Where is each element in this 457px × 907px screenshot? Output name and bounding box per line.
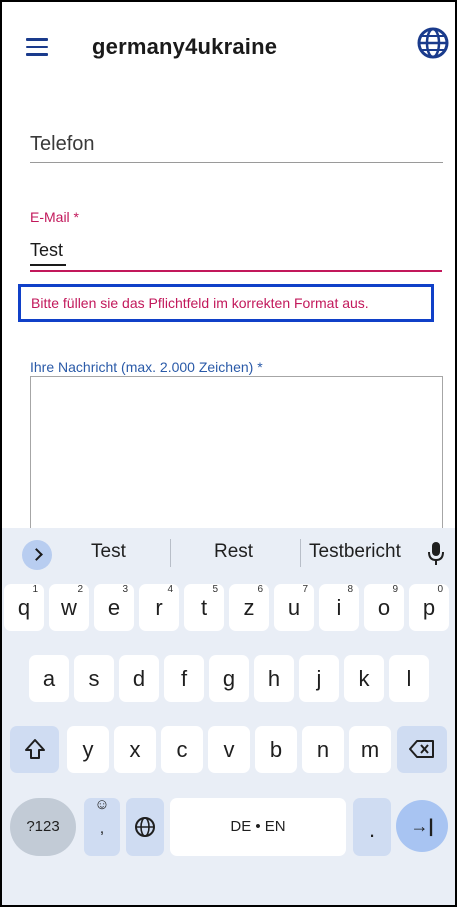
key-hint: 2: [77, 584, 83, 595]
key-label: s: [88, 666, 100, 691]
suggestion-item[interactable]: Rest: [214, 541, 253, 563]
mic-icon[interactable]: [426, 541, 446, 567]
key-hint: 8: [347, 584, 353, 595]
key-z[interactable]: z6: [229, 584, 269, 631]
key-label: l: [406, 666, 412, 691]
email-field[interactable]: Test: [30, 240, 63, 261]
key-label: b: [269, 737, 283, 762]
key-hint: 0: [437, 584, 443, 595]
email-field-underline: [30, 270, 442, 272]
key-hint: 9: [392, 584, 398, 595]
app-header: germany4ukraine: [0, 0, 457, 100]
suggestion-item[interactable]: Testbericht: [309, 541, 401, 563]
key-u[interactable]: u7: [274, 584, 314, 631]
app-title: germany4ukraine: [92, 34, 278, 59]
enter-key[interactable]: →|: [396, 800, 448, 852]
key-w[interactable]: w2: [49, 584, 89, 631]
emoji-comma-key[interactable]: ☺ ,: [84, 796, 120, 856]
email-error-message: Bitte füllen sie das Pflichtfeld im korr…: [31, 295, 369, 311]
key-m[interactable]: m: [349, 726, 391, 773]
key-b[interactable]: b: [255, 726, 297, 773]
key-label: m: [360, 737, 380, 762]
key-label: j: [316, 666, 322, 691]
phone-field-underline: [30, 162, 443, 163]
suggestion-item[interactable]: Test: [91, 541, 126, 563]
key-g[interactable]: g: [209, 655, 249, 702]
key-k[interactable]: k: [344, 655, 384, 702]
key-p[interactable]: p0: [409, 584, 449, 631]
key-o[interactable]: o9: [364, 584, 404, 631]
key-label: a: [42, 666, 56, 691]
key-j[interactable]: j: [299, 655, 339, 702]
key-s[interactable]: s: [74, 655, 114, 702]
key-x[interactable]: x: [114, 726, 156, 773]
on-screen-keyboard: Test Rest Testbericht q1w2e3r4t5z6u7i8o9…: [0, 528, 457, 907]
menu-icon[interactable]: [26, 38, 48, 56]
key-hint: 1: [32, 584, 38, 595]
suggestion-bar: Test Rest Testbericht: [0, 528, 457, 576]
key-label: g: [222, 666, 236, 691]
key-hint: 7: [302, 584, 308, 595]
text-cursor: [30, 264, 66, 266]
key-label: r: [155, 595, 163, 620]
key-hint: 4: [167, 584, 173, 595]
message-textarea[interactable]: [30, 376, 443, 536]
key-a[interactable]: a: [29, 655, 69, 702]
suggestion-divider: [300, 539, 301, 567]
key-label: k: [358, 666, 370, 691]
key-hint: 5: [212, 584, 218, 595]
key-v[interactable]: v: [208, 726, 250, 773]
key-label: t: [200, 595, 208, 620]
key-n[interactable]: n: [302, 726, 344, 773]
key-e[interactable]: e3: [94, 584, 134, 631]
key-r[interactable]: r4: [139, 584, 179, 631]
key-d[interactable]: d: [119, 655, 159, 702]
key-label: o: [377, 595, 391, 620]
key-label: y: [82, 737, 94, 762]
key-label: z: [243, 595, 255, 620]
key-label: w: [61, 595, 77, 620]
key-label: u: [287, 595, 301, 620]
key-hint: 3: [122, 584, 128, 595]
shift-key[interactable]: [10, 726, 59, 773]
comma-label: ,: [99, 820, 105, 837]
shift-icon: [24, 739, 45, 759]
key-q[interactable]: q1: [4, 584, 44, 631]
key-label: q: [17, 595, 31, 620]
key-label: p: [422, 595, 436, 620]
key-label: x: [129, 737, 141, 762]
key-y[interactable]: y: [67, 726, 109, 773]
key-l[interactable]: l: [389, 655, 429, 702]
key-i[interactable]: i8: [319, 584, 359, 631]
key-c[interactable]: c: [161, 726, 203, 773]
email-label: E-Mail *: [30, 209, 80, 225]
key-hint: 6: [257, 584, 263, 595]
key-label: f: [180, 666, 188, 691]
space-key[interactable]: DE • EN: [170, 798, 346, 856]
key-t[interactable]: t5: [184, 584, 224, 631]
message-label: Ihre Nachricht (max. 2.000 Zeichen) *: [30, 359, 263, 375]
key-label: i: [336, 595, 342, 620]
language-globe-icon[interactable]: [416, 26, 450, 60]
key-label: c: [176, 737, 188, 762]
chevron-right-icon[interactable]: [22, 540, 52, 570]
key-label: d: [132, 666, 146, 691]
key-label: v: [223, 737, 235, 762]
key-label: e: [107, 595, 121, 620]
globe-icon: [135, 817, 155, 837]
key-label: n: [316, 737, 330, 762]
key-f[interactable]: f: [164, 655, 204, 702]
backspace-key[interactable]: [397, 726, 447, 773]
backspace-icon: [409, 740, 434, 758]
phone-field[interactable]: Telefon: [30, 133, 95, 156]
globe-key[interactable]: [126, 798, 164, 856]
suggestion-divider: [170, 539, 171, 567]
key-h[interactable]: h: [254, 655, 294, 702]
error-highlight-box: Bitte füllen sie das Pflichtfeld im korr…: [18, 284, 434, 322]
period-key[interactable]: .: [353, 798, 391, 856]
symbols-key[interactable]: ?123: [10, 798, 76, 856]
key-label: h: [267, 666, 281, 691]
